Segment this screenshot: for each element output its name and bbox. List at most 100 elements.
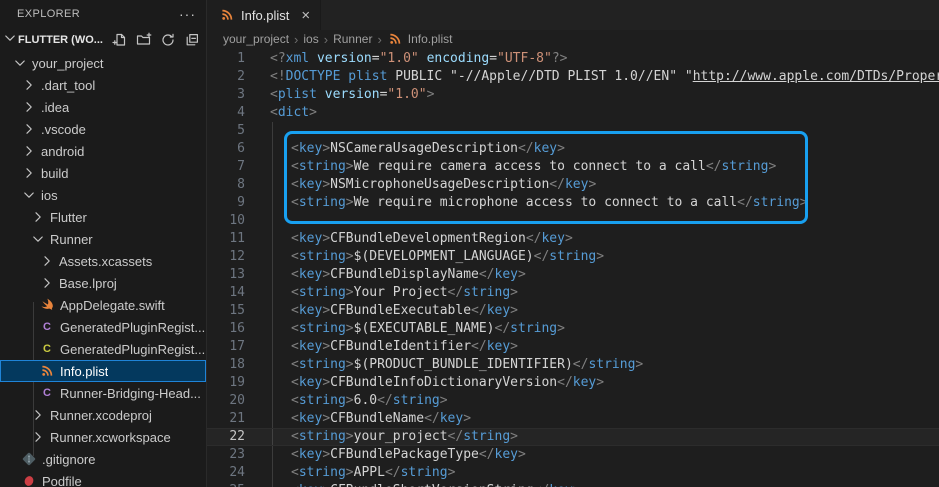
tree-item-android[interactable]: android — [0, 140, 206, 162]
line-number: 8 — [207, 176, 245, 194]
chevron-right-icon — [30, 407, 46, 423]
code-line-12: 12<string>$(DEVELOPMENT_LANGUAGE)</strin… — [207, 248, 939, 266]
code-line-content[interactable]: <key>CFBundleShortVersionString</key> — [245, 482, 581, 487]
code-line-21: 21<key>CFBundleName</key> — [207, 410, 939, 428]
breadcrumb-separator: › — [377, 32, 381, 47]
tree-item-gitignore[interactable]: .gitignore — [0, 448, 206, 470]
line-number: 11 — [207, 230, 245, 248]
tree-item-label: Runner — [50, 232, 93, 247]
code-line-content[interactable]: <string>We require camera access to conn… — [245, 158, 776, 176]
tree-item-label: .dart_tool — [41, 78, 95, 93]
explorer-toolbar — [111, 32, 200, 49]
tree-item-label: Podfile — [42, 474, 82, 487]
code-line-24: 24<string>APPL</string> — [207, 464, 939, 482]
tree-item-assets-xcassets[interactable]: Assets.xcassets — [0, 250, 206, 272]
tree-item-build[interactable]: build — [0, 162, 206, 184]
new-file-icon[interactable] — [111, 32, 128, 49]
chevron-right-icon — [30, 209, 46, 225]
swift-icon — [39, 297, 55, 313]
tree-item-label: .gitignore — [42, 452, 95, 467]
explorer-header: EXPLORER ··· — [0, 0, 206, 28]
tree-item-your-project[interactable]: your_project — [0, 52, 206, 74]
tree-item-info-plist[interactable]: Info.plist — [0, 360, 206, 382]
tree-item-flutter[interactable]: Flutter — [0, 206, 206, 228]
tree-item-runner-bridging-head[interactable]: CRunner-Bridging-Head... — [0, 382, 206, 404]
tab-info-plist[interactable]: Info.plist × — [207, 0, 321, 30]
code-line-content[interactable]: <string>$(PRODUCT_BUNDLE_IDENTIFIER)</st… — [245, 356, 643, 374]
tree-item-generatedpluginregist[interactable]: CGeneratedPluginRegist... — [0, 338, 206, 360]
chevron-right-icon — [21, 165, 37, 181]
plist-file-icon — [219, 7, 235, 23]
breadcrumb-item-file[interactable]: Info.plist — [408, 32, 453, 46]
code-line-1: 1<?xml version="1.0" encoding="UTF-8"?> — [207, 50, 939, 68]
refresh-icon[interactable] — [159, 32, 176, 49]
code-line-25: 25<key>CFBundleShortVersionString</key> — [207, 482, 939, 487]
code-line-content[interactable]: <dict> — [245, 104, 317, 122]
code-line-content[interactable]: <key>CFBundleExecutable</key> — [245, 302, 518, 320]
code-line-content[interactable]: <key>NSMicrophoneUsageDescription</key> — [245, 176, 596, 194]
chevron-right-icon — [21, 99, 37, 115]
line-number: 19 — [207, 374, 245, 392]
code-line-content[interactable]: <string>$(DEVELOPMENT_LANGUAGE)</string> — [245, 248, 604, 266]
more-actions-icon[interactable]: ··· — [179, 9, 196, 19]
code-line-content[interactable]: <plist version="1.0"> — [245, 86, 434, 104]
workspace-section-header[interactable]: FLUTTER (WO... — [0, 28, 206, 52]
code-line-content[interactable]: <?xml version="1.0" encoding="UTF-8"?> — [245, 50, 567, 68]
code-line-content[interactable] — [245, 212, 291, 230]
code-line-content[interactable]: <key>NSCameraUsageDescription</key> — [245, 140, 565, 158]
code-line-content[interactable] — [245, 122, 291, 140]
tree-item-vscode[interactable]: .vscode — [0, 118, 206, 140]
code-line-content[interactable]: <key>CFBundleInfoDictionaryVersion</key> — [245, 374, 604, 392]
line-number: 7 — [207, 158, 245, 176]
tree-item-label: Runner.xcodeproj — [50, 408, 152, 423]
code-line-18: 18<string>$(PRODUCT_BUNDLE_IDENTIFIER)</… — [207, 356, 939, 374]
line-number: 2 — [207, 68, 245, 86]
line-number: 4 — [207, 104, 245, 122]
code-line-content[interactable]: <string>your_project</string> — [245, 428, 518, 446]
code-line-content[interactable]: <string>6.0</string> — [245, 392, 448, 410]
line-number: 13 — [207, 266, 245, 284]
tree-item-appdelegate-swift[interactable]: AppDelegate.swift — [0, 294, 206, 316]
code-line-content[interactable]: <key>CFBundleName</key> — [245, 410, 471, 428]
code-line-content[interactable]: <string>APPL</string> — [245, 464, 455, 482]
tree-item-podfile[interactable]: Podfile — [0, 470, 206, 487]
code-line-13: 13<key>CFBundleDisplayName</key> — [207, 266, 939, 284]
line-number: 3 — [207, 86, 245, 104]
tree-item-idea[interactable]: .idea — [0, 96, 206, 118]
tree-item-base-lproj[interactable]: Base.lproj — [0, 272, 206, 294]
code-line-content[interactable]: <string>$(EXECUTABLE_NAME)</string> — [245, 320, 565, 338]
code-line-17: 17<key>CFBundleIdentifier</key> — [207, 338, 939, 356]
tree-item-runner[interactable]: Runner — [0, 228, 206, 250]
code-line-content[interactable]: <key>CFBundlePackageType</key> — [245, 446, 526, 464]
code-line-7: 7<string>We require camera access to con… — [207, 158, 939, 176]
line-number: 5 — [207, 122, 245, 140]
code-line-content[interactable]: <key>CFBundleDevelopmentRegion</key> — [245, 230, 573, 248]
code-line-content[interactable]: <string>We require microphone access to … — [245, 194, 808, 212]
code-line-content[interactable]: <key>CFBundleIdentifier</key> — [245, 338, 518, 356]
breadcrumb-item-project[interactable]: your_project — [223, 32, 289, 46]
new-folder-icon[interactable] — [135, 32, 152, 49]
code-line-content[interactable]: <string>Your Project</string> — [245, 284, 518, 302]
collapse-all-icon[interactable] — [183, 32, 200, 49]
code-line-2: 2<!DOCTYPE plist PUBLIC "-//Apple//DTD P… — [207, 68, 939, 86]
code-editor[interactable]: 1<?xml version="1.0" encoding="UTF-8"?>2… — [207, 48, 939, 487]
c-purple-icon: C — [39, 385, 55, 401]
breadcrumb-item-runner[interactable]: Runner — [333, 32, 372, 46]
tree-item-runner-xcworkspace[interactable]: Runner.xcworkspace — [0, 426, 206, 448]
line-number: 12 — [207, 248, 245, 266]
code-line-content[interactable]: <key>CFBundleDisplayName</key> — [245, 266, 526, 284]
tree-item-generatedpluginregist[interactable]: CGeneratedPluginRegist... — [0, 316, 206, 338]
chevron-right-icon — [21, 143, 37, 159]
chevron-down-icon — [21, 187, 37, 203]
code-line-15: 15<key>CFBundleExecutable</key> — [207, 302, 939, 320]
tree-item-runner-xcodeproj[interactable]: Runner.xcodeproj — [0, 404, 206, 426]
close-icon[interactable]: × — [301, 8, 310, 23]
tree-item-dart-tool[interactable]: .dart_tool — [0, 74, 206, 96]
tree-item-ios[interactable]: ios — [0, 184, 206, 206]
tree-item-label: GeneratedPluginRegist... — [60, 342, 205, 357]
breadcrumb-item-ios[interactable]: ios — [303, 32, 318, 46]
code-line-6: 6<key>NSCameraUsageDescription</key> — [207, 140, 939, 158]
chevron-right-icon — [21, 121, 37, 137]
explorer-sidebar: EXPLORER ··· FLUTTER (WO... your_project… — [0, 0, 207, 487]
code-line-content[interactable]: <!DOCTYPE plist PUBLIC "-//Apple//DTD PL… — [245, 68, 939, 86]
